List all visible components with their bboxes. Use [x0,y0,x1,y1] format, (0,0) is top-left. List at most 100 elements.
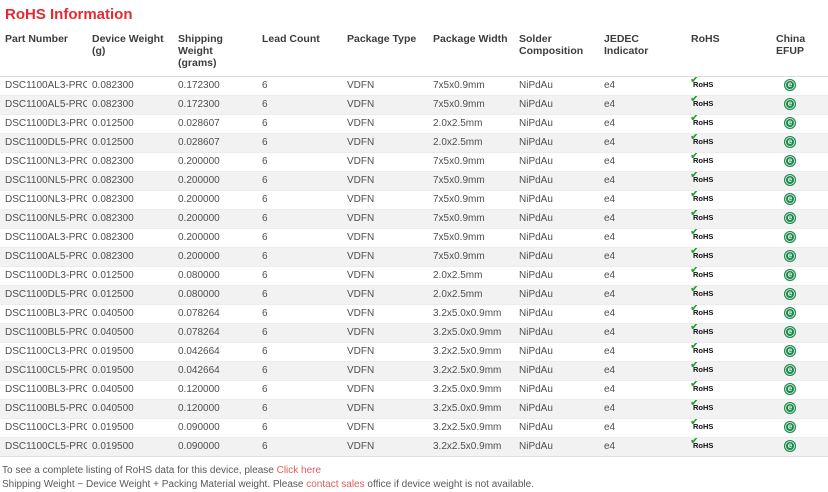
cell-china-efup: e [771,400,828,419]
cell-lead-count: 6 [257,229,342,248]
rohs-compliant-icon: ✔RoHS [693,176,713,184]
cell-shipping-weight: 0.028607 [173,115,257,134]
cell-rohs: ✔RoHS [686,324,771,343]
cell-china-efup: e [771,248,828,267]
cell-lead-count: 6 [257,400,342,419]
table-row: DSC1100CL3-PROGT0.0195000.0900006VDFN3.2… [0,419,828,438]
cell-jedec-indicator: e4 [599,172,686,191]
cell-jedec-indicator: e4 [599,134,686,153]
cell-china-efup: e [771,343,828,362]
china-efup-icon: e [784,402,796,414]
cell-package-type: VDFN [342,248,428,267]
cell-device-weight: 0.082300 [87,248,173,267]
cell-solder-composition: NiPdAu [514,248,599,267]
cell-jedec-indicator: e4 [599,286,686,305]
cell-device-weight: 0.082300 [87,191,173,210]
cell-solder-composition: NiPdAu [514,77,599,96]
cell-rohs: ✔RoHS [686,172,771,191]
table-header: Part Number Device Weight (g) Shipping W… [0,31,828,77]
cell-device-weight: 0.040500 [87,381,173,400]
cell-lead-count: 6 [257,96,342,115]
cell-part-number: DSC1100CL3-PROG [0,343,87,362]
rohs-table: Part Number Device Weight (g) Shipping W… [0,31,828,457]
cell-solder-composition: NiPdAu [514,229,599,248]
cell-jedec-indicator: e4 [599,77,686,96]
table-row: DSC1100BL3-PROG0.0405000.0782646VDFN3.2x… [0,305,828,324]
cell-package-type: VDFN [342,438,428,457]
cell-china-efup: e [771,96,828,115]
shipping-weight-note: Shipping Weight ~ Device Weight + Packin… [2,478,828,492]
col-header-solder-composition: Solder Composition [514,31,599,77]
col-header-jedec-indicator: JEDEC Indicator [599,31,686,77]
table-row: DSC1100AL5-PROG0.0823000.1723006VDFN7x5x… [0,96,828,115]
cell-part-number: DSC1100BL3-PROGT [0,381,87,400]
check-icon: ✔ [690,381,699,390]
cell-rohs: ✔RoHS [686,267,771,286]
cell-jedec-indicator: e4 [599,229,686,248]
cell-package-type: VDFN [342,343,428,362]
rohs-compliant-icon: ✔RoHS [693,309,713,317]
cell-rohs: ✔RoHS [686,362,771,381]
note-text: Shipping Weight ~ Device Weight + Packin… [2,479,306,490]
cell-package-width: 3.2x2.5x0.9mm [428,343,514,362]
china-efup-icon: e [784,136,796,148]
rohs-compliant-icon: ✔RoHS [693,442,713,450]
cell-part-number: DSC1100NL5-PROG [0,172,87,191]
cell-china-efup: e [771,115,828,134]
cell-rohs: ✔RoHS [686,191,771,210]
cell-package-type: VDFN [342,210,428,229]
col-header-shipping-weight: Shipping Weight (grams) [173,31,257,77]
cell-shipping-weight: 0.028607 [173,134,257,153]
cell-china-efup: e [771,153,828,172]
rohs-compliant-icon: ✔RoHS [693,271,713,279]
cell-rohs: ✔RoHS [686,400,771,419]
cell-rohs: ✔RoHS [686,210,771,229]
cell-lead-count: 6 [257,362,342,381]
rohs-compliant-icon: ✔RoHS [693,252,713,260]
china-efup-icon: e [784,231,796,243]
cell-solder-composition: NiPdAu [514,305,599,324]
check-icon: ✔ [690,134,699,143]
cell-shipping-weight: 0.120000 [173,400,257,419]
cell-rohs: ✔RoHS [686,153,771,172]
click-here-link[interactable]: Click here [277,465,321,476]
check-icon: ✔ [690,267,699,276]
contact-sales-link[interactable]: contact sales [306,479,364,490]
cell-china-efup: e [771,77,828,96]
table-row: DSC1100CL3-PROG0.0195000.0426646VDFN3.2x… [0,343,828,362]
cell-jedec-indicator: e4 [599,248,686,267]
cell-lead-count: 6 [257,438,342,457]
cell-package-width: 7x5x0.9mm [428,153,514,172]
cell-china-efup: e [771,267,828,286]
col-header-package-type: Package Type [342,31,428,77]
cell-part-number: DSC1100BL3-PROG [0,305,87,324]
cell-solder-composition: NiPdAu [514,210,599,229]
cell-package-type: VDFN [342,362,428,381]
cell-device-weight: 0.082300 [87,96,173,115]
col-header-part-number: Part Number [0,31,87,77]
cell-package-type: VDFN [342,191,428,210]
cell-lead-count: 6 [257,172,342,191]
cell-device-weight: 0.012500 [87,267,173,286]
check-icon: ✔ [690,229,699,238]
cell-part-number: DSC1100DL5-PROG [0,134,87,153]
cell-shipping-weight: 0.090000 [173,438,257,457]
cell-lead-count: 6 [257,381,342,400]
cell-package-type: VDFN [342,400,428,419]
cell-part-number: DSC1100CL5-PROGT [0,438,87,457]
cell-part-number: DSC1100CL5-PROG [0,362,87,381]
table-row: DSC1100NL5-PROGT0.0823000.2000006VDFN7x5… [0,210,828,229]
china-efup-icon: e [784,98,796,110]
cell-china-efup: e [771,381,828,400]
cell-package-width: 7x5x0.9mm [428,248,514,267]
cell-shipping-weight: 0.200000 [173,172,257,191]
cell-solder-composition: NiPdAu [514,324,599,343]
rohs-compliant-icon: ✔RoHS [693,157,713,165]
cell-rohs: ✔RoHS [686,115,771,134]
cell-jedec-indicator: e4 [599,267,686,286]
cell-part-number: DSC1100DL3-PROG [0,115,87,134]
table-row: DSC1100CL5-PROGT0.0195000.0900006VDFN3.2… [0,438,828,457]
rohs-compliant-icon: ✔RoHS [693,233,713,241]
cell-part-number: DSC1100AL5-PROG [0,96,87,115]
check-icon: ✔ [690,77,699,86]
